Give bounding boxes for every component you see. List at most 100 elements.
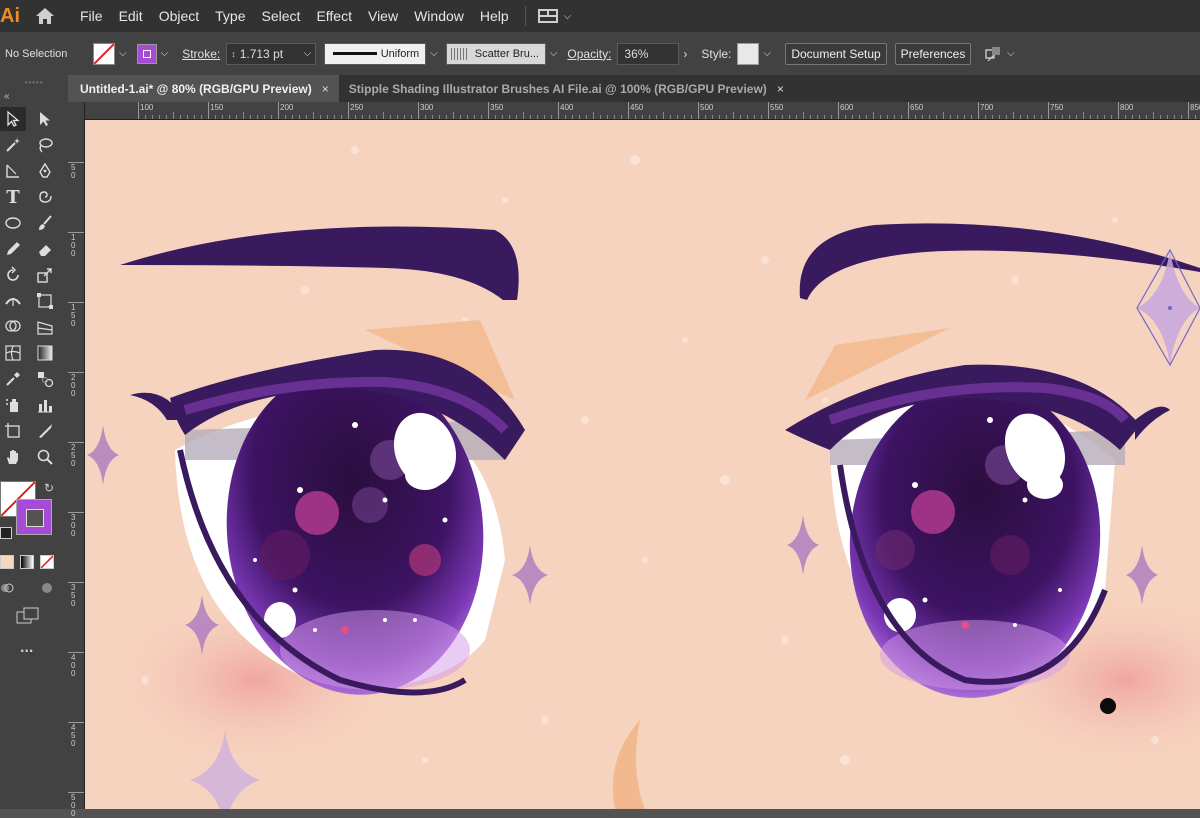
scale-tool-icon[interactable] bbox=[32, 263, 58, 287]
zoom-tool-icon[interactable] bbox=[32, 445, 58, 469]
style-label: Style: bbox=[701, 46, 732, 61]
profile-chevron-icon[interactable]: ⌵ bbox=[430, 48, 438, 59]
stroke-chevron-icon[interactable]: ⌵ bbox=[161, 48, 169, 59]
ruler-minor-tick bbox=[824, 115, 825, 119]
blend-tool-icon[interactable] bbox=[32, 367, 58, 391]
home-icon[interactable] bbox=[32, 3, 58, 29]
spiral-tool-icon[interactable] bbox=[32, 185, 58, 209]
variable-width-profile[interactable]: Uniform bbox=[324, 42, 427, 65]
eraser-tool-icon[interactable] bbox=[32, 237, 58, 261]
hand-tool-icon[interactable] bbox=[0, 445, 26, 469]
ruler-minor-tick bbox=[439, 115, 440, 119]
stroke-label[interactable]: Stroke: bbox=[182, 47, 220, 61]
fill-chevron-icon[interactable]: ⌵ bbox=[119, 48, 127, 59]
panel-grip[interactable]: ••••• bbox=[0, 75, 68, 89]
ruler-label: 5 0 0 bbox=[71, 793, 76, 818]
close-icon[interactable]: × bbox=[322, 82, 329, 96]
free-transform-tool-icon[interactable] bbox=[32, 289, 58, 313]
ellipse-tool-icon[interactable] bbox=[0, 211, 26, 235]
artboard-tool-icon[interactable] bbox=[0, 419, 26, 443]
paintbrush-tool-icon[interactable] bbox=[32, 211, 58, 235]
gradient-mode-icon[interactable] bbox=[20, 555, 34, 569]
arrange-icon[interactable]: ⌵ bbox=[985, 46, 1015, 62]
menu-window[interactable]: Window bbox=[406, 0, 472, 32]
menu-effect[interactable]: Effect bbox=[308, 0, 360, 32]
none-mode-icon[interactable] bbox=[40, 555, 54, 569]
ruler-minor-tick bbox=[411, 115, 412, 119]
curvature-tool-icon[interactable] bbox=[0, 159, 26, 183]
mesh-tool-icon[interactable] bbox=[0, 341, 26, 365]
tab-stipple-shading[interactable]: Stipple Shading Illustrator Brushes AI F… bbox=[339, 75, 794, 102]
swap-colors-icon[interactable]: ↻ bbox=[44, 481, 54, 495]
close-icon[interactable]: × bbox=[777, 82, 784, 96]
opacity-field[interactable]: 36% bbox=[617, 42, 680, 65]
arrange-documents-icon[interactable]: ⌵ bbox=[537, 9, 571, 23]
screen-mode-icon[interactable] bbox=[16, 607, 40, 625]
selection-tool-icon[interactable] bbox=[0, 107, 26, 131]
vertical-ruler[interactable]: 5 0 1 0 0 1 5 0 2 0 0 2 5 0 3 0 0 3 5 0 4 0 0 4 … bbox=[68, 102, 85, 818]
width-tool-icon[interactable] bbox=[0, 289, 26, 313]
ruler-label: 1 5 0 bbox=[71, 303, 76, 328]
collapse-icon[interactable]: « bbox=[0, 89, 68, 103]
color-mode-icon[interactable] bbox=[0, 555, 14, 569]
preferences-button[interactable]: Preferences bbox=[895, 42, 972, 65]
document-setup-button[interactable]: Document Setup bbox=[785, 42, 888, 65]
ruler-minor-tick bbox=[614, 115, 615, 119]
symbol-sprayer-tool-icon[interactable] bbox=[0, 393, 26, 417]
ruler-label: 350 bbox=[490, 103, 504, 112]
ruler-minor-tick bbox=[1132, 115, 1133, 119]
ruler-minor-tick bbox=[586, 115, 587, 119]
gradient-tool-icon[interactable] bbox=[32, 341, 58, 365]
slice-tool-icon[interactable] bbox=[32, 419, 58, 443]
drawing-modes-icon[interactable] bbox=[40, 581, 54, 595]
draw-mode-icon[interactable] bbox=[0, 581, 14, 595]
artboard-canvas[interactable] bbox=[85, 120, 1200, 809]
tab-untitled-1[interactable]: Untitled-1.ai* @ 80% (RGB/GPU Preview) × bbox=[70, 75, 339, 102]
horizontal-ruler[interactable]: 100 150 200 250 300 350 400 450 500 550 600 650 700 7… bbox=[70, 102, 1200, 120]
graphic-style-swatch[interactable] bbox=[737, 42, 760, 65]
fill-swatch[interactable] bbox=[93, 42, 115, 65]
menu-file[interactable]: File bbox=[72, 0, 111, 32]
type-tool-icon[interactable]: T bbox=[0, 185, 26, 209]
menu-edit[interactable]: Edit bbox=[111, 0, 151, 32]
pen-tool-icon[interactable] bbox=[32, 159, 58, 183]
ruler-label: 100 bbox=[140, 103, 154, 112]
ruler-minor-tick bbox=[257, 115, 258, 119]
menu-select[interactable]: Select bbox=[254, 0, 309, 32]
style-chevron-icon[interactable]: ⌵ bbox=[763, 48, 771, 59]
ruler-minor-tick bbox=[355, 115, 356, 119]
ruler-label: 550 bbox=[770, 103, 784, 112]
opacity-arrow-icon[interactable]: › bbox=[683, 47, 687, 61]
stroke-color-box[interactable] bbox=[16, 499, 52, 535]
pencil-tool-icon[interactable] bbox=[0, 237, 26, 261]
ruler-minor-tick bbox=[670, 115, 671, 119]
stroke-weight-field[interactable]: ↕ 1.713 pt ⌵ bbox=[226, 42, 317, 65]
rotate-tool-icon[interactable] bbox=[0, 263, 26, 287]
direct-selection-tool-icon[interactable] bbox=[32, 107, 58, 131]
stroke-weight-chevron-icon[interactable]: ⌵ bbox=[304, 48, 312, 59]
perspective-grid-tool-icon[interactable] bbox=[32, 315, 58, 339]
lasso-tool-icon[interactable] bbox=[32, 133, 58, 157]
edit-toolbar-button[interactable]: ... bbox=[20, 639, 33, 657]
ruler-minor-tick bbox=[145, 115, 146, 119]
column-graph-tool-icon[interactable] bbox=[32, 393, 58, 417]
shape-builder-tool-icon[interactable] bbox=[0, 315, 26, 339]
menu-help[interactable]: Help bbox=[472, 0, 517, 32]
menu-type[interactable]: Type bbox=[207, 0, 253, 32]
left-eyebrow bbox=[120, 226, 519, 300]
menu-view[interactable]: View bbox=[360, 0, 406, 32]
ruler-minor-tick bbox=[467, 115, 468, 119]
opacity-label[interactable]: Opacity: bbox=[567, 47, 611, 61]
default-colors-icon[interactable] bbox=[0, 527, 12, 539]
menu-object[interactable]: Object bbox=[151, 0, 207, 32]
eyedropper-tool-icon[interactable] bbox=[0, 367, 26, 391]
stepper-icon[interactable]: ↕ bbox=[231, 49, 236, 59]
brush-definition[interactable]: Scatter Bru... bbox=[445, 42, 546, 65]
ruler-minor-tick bbox=[656, 115, 657, 119]
brush-chevron-icon[interactable]: ⌵ bbox=[550, 48, 558, 59]
magic-wand-tool-icon[interactable] bbox=[0, 133, 26, 157]
ruler-minor-tick bbox=[1104, 115, 1105, 119]
ruler-minor-tick bbox=[453, 112, 454, 119]
ruler-tick bbox=[768, 102, 769, 119]
stroke-swatch[interactable] bbox=[136, 43, 157, 64]
